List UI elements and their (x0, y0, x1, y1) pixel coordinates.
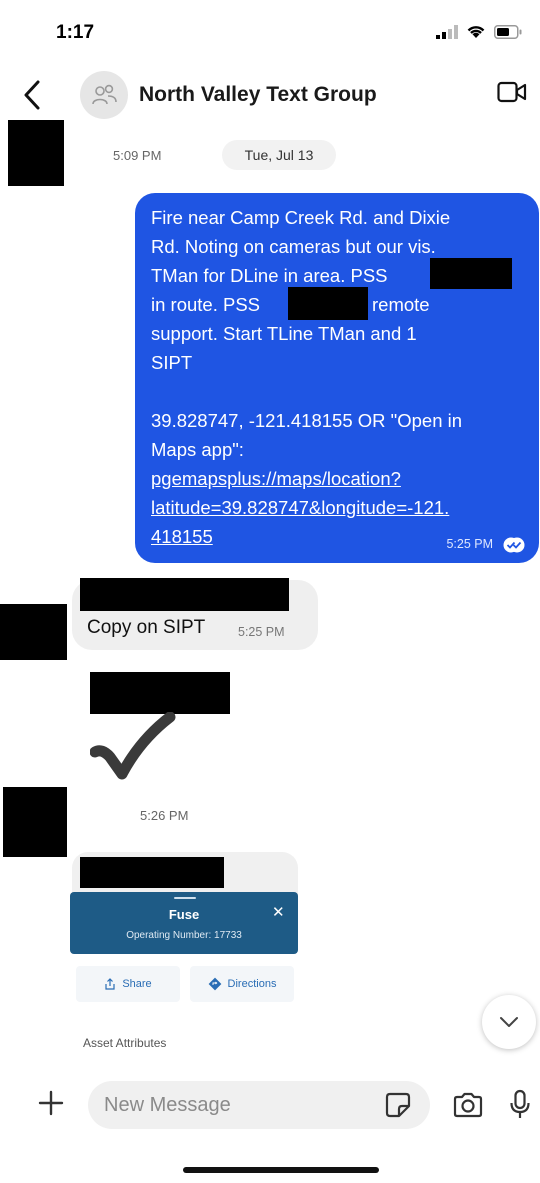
status-bar: 1:17 (0, 0, 540, 62)
maps-link[interactable]: 418155 (151, 526, 213, 548)
directions-button[interactable]: Directions (190, 966, 294, 1002)
message-line: TMan for DLine in area. PSS (151, 265, 388, 286)
fuse-panel: Fuse Operating Number: 17733 ✕ (70, 892, 298, 954)
plus-icon[interactable] (37, 1089, 65, 1117)
status-time: 1:17 (56, 22, 95, 43)
checkmark-icon (90, 712, 176, 780)
operating-number: Operating Number: 17733 (126, 930, 242, 941)
back-chevron-icon[interactable] (20, 78, 46, 112)
home-indicator (183, 1167, 379, 1173)
directions-label: Directions (227, 978, 277, 990)
wifi-icon (467, 26, 485, 38)
redacted-name (430, 258, 512, 289)
maps-link[interactable]: latitude=39.828747&longitude=-121. (151, 497, 449, 519)
close-icon[interactable]: ✕ (272, 903, 285, 921)
message-line: Rd. Noting on cameras but our vis. (151, 236, 436, 257)
message-line: SIPT (151, 352, 193, 373)
message-line: remote (372, 294, 430, 315)
message-timestamp: 5:26 PM (140, 808, 189, 823)
maps-link[interactable]: pgemapsplus://maps/location? (151, 468, 401, 490)
cellular-signal-icon (436, 24, 458, 39)
message-timestamp: 5:09 PM (113, 148, 162, 163)
group-people-icon (92, 84, 117, 105)
chevron-down-icon (500, 1017, 518, 1027)
message-time: 5:25 PM (238, 625, 285, 639)
redacted-sender (80, 857, 224, 888)
message-line: support. Start TLine TMan and 1 (151, 323, 417, 344)
message-line: 39.828747, -121.418155 OR "Open in (151, 410, 463, 431)
date-label: Tue, Jul 13 (244, 147, 314, 163)
message-text: Copy on SIPT (87, 617, 206, 638)
message-line: in route. PSS (151, 294, 261, 315)
redacted-sender (90, 672, 230, 714)
message-line: Maps app": (151, 439, 244, 460)
conversation-header: North Valley Text Group (0, 66, 540, 124)
microphone-icon[interactable] (509, 1089, 531, 1121)
status-icons (436, 24, 522, 39)
redacted-name (288, 287, 368, 320)
share-icon (105, 978, 115, 990)
redacted-avatar (0, 604, 67, 660)
message-time: 5:25 PM (446, 537, 493, 551)
asset-attributes-label: Asset Attributes (83, 1036, 167, 1050)
video-call-icon[interactable] (497, 80, 527, 104)
message-input[interactable] (88, 1081, 430, 1129)
sticker-icon[interactable] (385, 1092, 411, 1118)
battery-icon (494, 24, 522, 39)
fuse-title: Fuse (168, 907, 200, 922)
directions-icon (208, 977, 221, 991)
date-pill: Tue, Jul 13 (222, 140, 336, 170)
share-button[interactable]: Share (76, 966, 180, 1002)
redacted-sender (80, 578, 289, 611)
message-composer (0, 1075, 540, 1135)
scroll-to-bottom-button[interactable] (482, 995, 536, 1049)
read-receipt-icon (503, 537, 525, 553)
camera-icon[interactable] (452, 1091, 484, 1119)
redacted-avatar (3, 787, 67, 857)
share-label: Share (122, 978, 152, 990)
message-line: Fire near Camp Creek Rd. and Dixie (151, 207, 451, 228)
conversation-title[interactable]: North Valley Text Group (139, 83, 377, 107)
drag-handle (174, 897, 196, 899)
group-avatar[interactable] (80, 71, 128, 119)
redacted-avatar (8, 120, 64, 186)
outgoing-message-bubble[interactable]: Fire near Camp Creek Rd. and Dixie Rd. N… (135, 193, 539, 563)
